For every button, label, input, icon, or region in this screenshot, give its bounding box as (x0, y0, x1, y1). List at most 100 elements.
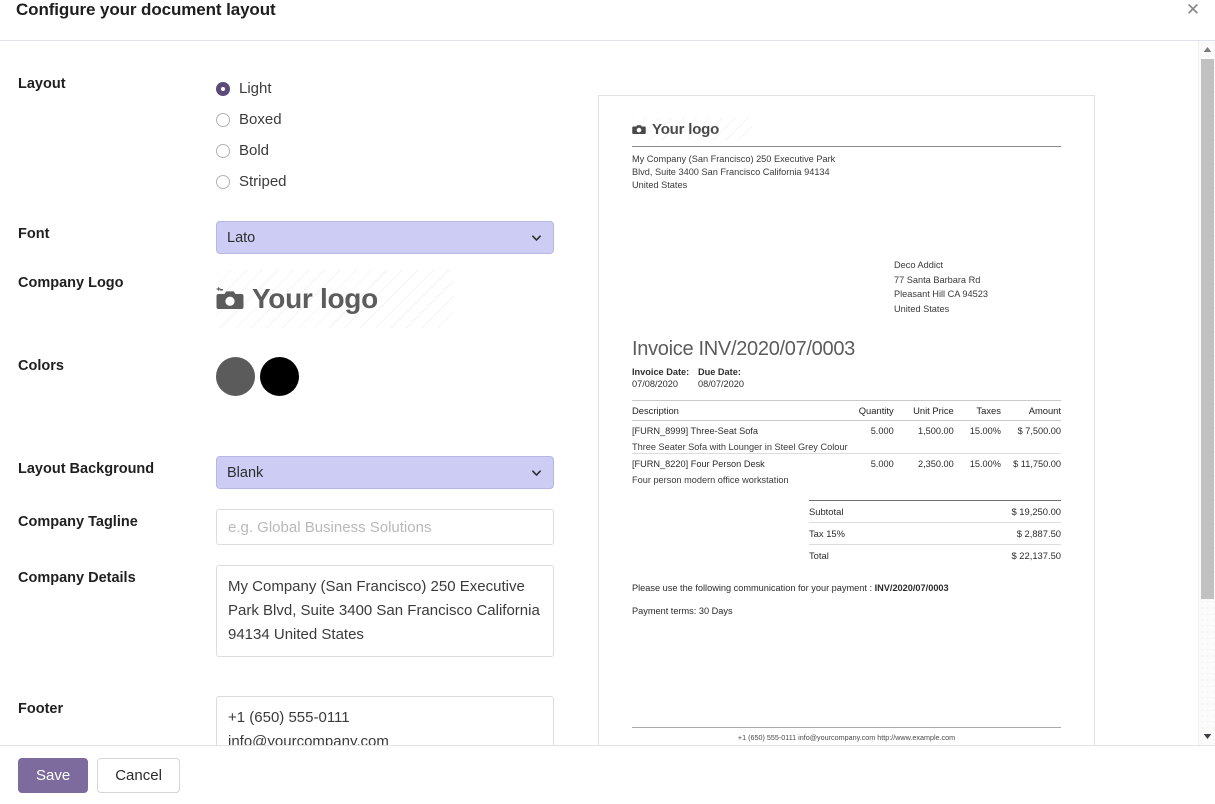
cell-quantity: 5.000 (870, 426, 894, 436)
th-quantity: Quantity (837, 400, 894, 421)
camera-icon (632, 125, 646, 134)
cell-unit-price: 2,350.00 (917, 459, 954, 469)
preview-totals-table: Subtotal $ 19,250.00 Tax 15% $ 2,887.50 … (809, 500, 1061, 566)
scrollbar-thumb[interactable] (1201, 59, 1214, 599)
secondary-color-swatch[interactable] (260, 357, 299, 396)
field-layout: Layout Light Boxed Bold Striped (0, 71, 598, 197)
color-swatch-group (216, 353, 598, 396)
footer-label: Footer (18, 701, 64, 717)
cell-unit-price: 1,500.00 (917, 426, 954, 436)
radio-option-striped[interactable]: Striped (216, 166, 598, 197)
company-logo-label: Company Logo (18, 275, 124, 291)
invoice-date-value: 07/08/2020 (632, 379, 678, 389)
scroll-down-arrow-icon[interactable] (1199, 728, 1215, 745)
layout-label: Layout (18, 76, 66, 92)
vertical-scrollbar[interactable] (1198, 41, 1215, 745)
dialog-footer: Save Cancel (0, 745, 1215, 804)
due-date-block: Due Date: 08/07/2020 (698, 367, 764, 389)
radio-indicator-bold[interactable] (216, 143, 230, 158)
preview-company-address: My Company (San Francisco) 250 Executive… (632, 154, 836, 190)
customer-line-3: Pleasant Hill CA 94523 (894, 289, 988, 299)
radio-label-light: Light (239, 80, 272, 97)
layout-radio-group: Light Boxed Bold Striped (216, 71, 598, 197)
company-details-textarea[interactable] (216, 565, 554, 657)
customer-line-2: 77 Santa Barbara Rd (894, 274, 981, 285)
dialog-title: Configure your document layout (16, 0, 276, 19)
radio-label-boxed: Boxed (239, 111, 282, 128)
totals-row-tax: Tax 15% $ 2,887.50 (809, 523, 1061, 545)
company-logo-placeholder-text: Your logo (252, 283, 378, 314)
table-row: [FURN_8220] Four Person Desk 5.000 2,350… (632, 454, 1061, 471)
cell-quantity: 5.000 (870, 459, 894, 469)
settings-form: Layout Light Boxed Bold Striped Font Lat… (0, 41, 598, 745)
radio-indicator-light[interactable] (216, 81, 230, 96)
totals-value-subtotal: $ 19,250.00 (1011, 506, 1061, 517)
font-select[interactable]: Lato (216, 221, 554, 254)
preview-header-divider (632, 146, 1061, 147)
cell-description-secondary: Three Seater Sofa with Lounger in Steel … (632, 437, 1061, 454)
close-icon[interactable]: ✕ (1181, 0, 1205, 22)
totals-label-tax: Tax 15% (809, 528, 845, 539)
radio-label-bold: Bold (239, 142, 270, 159)
preview-line-items-table: Description Quantity Unit Price Taxes Am… (632, 400, 1061, 486)
invoice-date-block: Invoice Date: 07/08/2020 (632, 367, 698, 389)
totals-row-subtotal: Subtotal $ 19,250.00 (809, 500, 1061, 523)
th-unit-price: Unit Price (893, 400, 954, 421)
layout-background-select[interactable]: Blank (216, 456, 554, 489)
cancel-button[interactable]: Cancel (97, 757, 180, 793)
cell-amount: $ 7,500.00 (1017, 426, 1061, 436)
preview-logo: Your logo (632, 118, 752, 140)
preview-customer-address: Deco Addict 77 Santa Barbara Rd Pleasant… (894, 258, 1061, 316)
company-tagline-input[interactable] (216, 509, 554, 545)
preview-payment-note: Please use the following communication f… (632, 583, 1061, 593)
table-row-subdescription: Three Seater Sofa with Lounger in Steel … (632, 437, 1061, 454)
radio-option-boxed[interactable]: Boxed (216, 104, 598, 135)
radio-indicator-striped[interactable] (216, 174, 230, 189)
totals-label-subtotal: Subtotal (809, 506, 844, 517)
preview-logo-text: Your logo (652, 120, 720, 138)
radio-option-light[interactable]: Light (216, 73, 598, 104)
dialog-header: Configure your document layout ✕ (0, 0, 1215, 41)
field-company-logo: Company Logo Your logo (0, 270, 598, 328)
primary-color-swatch[interactable] (216, 357, 255, 396)
totals-row-total: Total $ 22,137.50 (809, 545, 1061, 567)
field-colors: Colors (0, 353, 598, 396)
due-date-value: 08/07/2020 (698, 379, 744, 389)
configure-document-layout-dialog: Configure your document layout ✕ Layout … (0, 0, 1215, 804)
font-label: Font (18, 226, 50, 242)
company-tagline-label: Company Tagline (18, 514, 138, 530)
cell-description-secondary: Four person modern office workstation (632, 475, 789, 485)
field-font: Font Lato (0, 221, 598, 254)
cell-taxes: 15.00% (969, 459, 1001, 469)
cell-description: [FURN_8220] Four Person Desk (632, 459, 765, 469)
font-select-value: Lato (227, 229, 256, 246)
field-footer: Footer (0, 696, 598, 745)
layout-background-label: Layout Background (18, 461, 155, 477)
document-preview-pane: Your logo My Company (San Francisco) 250… (598, 41, 1215, 745)
totals-label-total: Total (809, 550, 829, 561)
footer-textarea[interactable] (216, 696, 554, 745)
table-row-subdescription: Four person modern office workstation (632, 470, 1061, 486)
invoice-date-label: Invoice Date: (632, 367, 690, 377)
invoice-preview-paper: Your logo My Company (San Francisco) 250… (598, 95, 1095, 745)
table-row: [FURN_8999] Three-Seat Sofa 5.000 1,500.… (632, 421, 1061, 438)
due-date-label: Due Date: (698, 367, 741, 377)
customer-line-1: Deco Addict (894, 260, 944, 270)
radio-indicator-boxed[interactable] (216, 112, 230, 127)
cell-description: [FURN_8999] Three-Seat Sofa (632, 426, 758, 436)
scroll-up-arrow-icon[interactable] (1199, 41, 1215, 58)
totals-value-tax: $ 2,887.50 (1016, 528, 1061, 539)
chevron-down-icon (532, 234, 541, 241)
dialog-body: Layout Light Boxed Bold Striped Font Lat… (0, 41, 1215, 745)
table-header-row: Description Quantity Unit Price Taxes Am… (632, 400, 1061, 421)
save-button[interactable]: Save (18, 757, 89, 793)
radio-option-bold[interactable]: Bold (216, 135, 598, 166)
company-logo-upload[interactable]: Your logo (216, 270, 454, 328)
totals-value-total: $ 22,137.50 (1011, 550, 1061, 561)
payment-note-reference: INV/2020/07/0003 (874, 583, 949, 593)
field-company-tagline: Company Tagline (0, 509, 598, 545)
th-description: Description (632, 400, 838, 421)
th-taxes: Taxes (953, 400, 1001, 421)
payment-note-prefix: Please use the following communication f… (632, 583, 875, 593)
colors-label: Colors (18, 358, 64, 374)
